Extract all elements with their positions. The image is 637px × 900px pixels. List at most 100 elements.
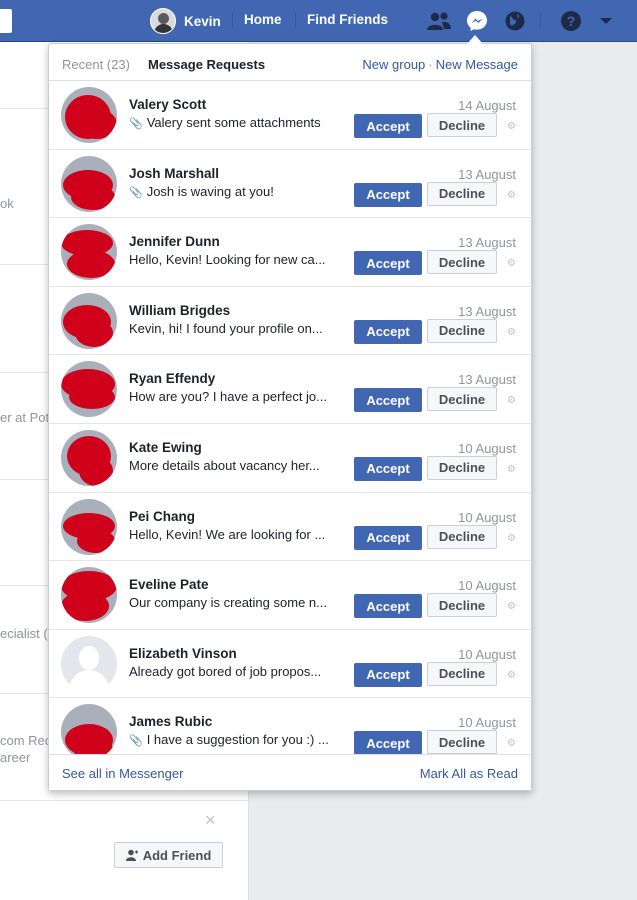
message-snippet-text: Hello, Kevin! Looking for new ca... xyxy=(129,252,326,268)
messenger-icon[interactable] xyxy=(464,8,490,34)
avatar xyxy=(61,155,117,212)
background-text-fragment: ok xyxy=(0,196,14,211)
sender-name[interactable]: Valery Scott xyxy=(129,97,206,112)
help-icon[interactable]: ? xyxy=(558,8,584,34)
gear-icon[interactable]: ⚙ xyxy=(507,121,516,132)
avatar xyxy=(61,498,117,555)
message-request-row[interactable]: Jennifer Dunn Hello, Kevin! Looking for n… xyxy=(49,218,531,287)
message-snippet: Kevin, hi! I found your profile on... xyxy=(129,321,347,336)
decline-button[interactable]: Decline xyxy=(427,524,497,549)
message-request-list: Valery Scott 📎 Valery sent some attachment… xyxy=(49,81,531,767)
accept-button[interactable]: Accept xyxy=(354,594,422,619)
nav-divider xyxy=(295,13,296,29)
message-requests-flyout: Recent (23) Message Requests New group · N… xyxy=(48,43,532,791)
close-icon[interactable]: × xyxy=(205,810,216,831)
divider xyxy=(0,800,249,801)
message-snippet: Hello, Kevin! Looking for new ca... xyxy=(129,252,347,267)
flyout-header: Recent (23) Message Requests New group · N… xyxy=(49,44,531,81)
accept-button[interactable]: Accept xyxy=(354,182,422,207)
accept-button[interactable]: Accept xyxy=(354,456,422,481)
accept-button[interactable]: Accept xyxy=(354,525,422,550)
gear-icon[interactable]: ⚙ xyxy=(507,327,516,338)
flyout-pointer xyxy=(467,35,483,44)
avatar xyxy=(61,567,117,624)
message-date: 13 August xyxy=(458,235,516,251)
attachment-icon: 📎 xyxy=(129,118,143,130)
decline-button[interactable]: Decline xyxy=(427,113,497,137)
accept-button[interactable]: Accept xyxy=(354,319,422,344)
home-link[interactable]: Home xyxy=(244,12,282,27)
notifications-globe-icon[interactable] xyxy=(502,8,528,34)
decline-button[interactable]: Decline xyxy=(427,318,497,343)
message-request-row[interactable]: Ryan Effendy How are you? I have a perfec… xyxy=(49,355,531,424)
decline-button[interactable]: Decline xyxy=(427,250,497,275)
gear-icon[interactable]: ⚙ xyxy=(507,601,516,612)
sender-name[interactable]: Kate Ewing xyxy=(129,440,202,455)
sender-name[interactable]: Jennifer Dunn xyxy=(129,234,220,249)
avatar xyxy=(61,704,117,761)
account-menu-chevron-down-icon[interactable] xyxy=(593,8,619,34)
decline-button[interactable]: Decline xyxy=(427,181,497,206)
mark-all-as-read-link[interactable]: Mark All as Read xyxy=(420,766,518,781)
message-request-row[interactable]: Kate Ewing More details about vacancy her… xyxy=(49,424,531,493)
friend-requests-icon[interactable] xyxy=(426,8,452,34)
flyout-footer: See all in Messenger Mark All as Read xyxy=(49,754,531,790)
tab-recent[interactable]: Recent (23) xyxy=(62,57,130,72)
message-snippet-text: Our company is creating some n... xyxy=(129,595,327,611)
message-snippet-text: I have a suggestion for you :) ... xyxy=(146,732,329,748)
accept-button[interactable]: Accept xyxy=(354,662,422,687)
message-date: 10 August xyxy=(458,578,516,594)
gear-icon[interactable]: ⚙ xyxy=(507,533,516,544)
sender-name[interactable]: Ryan Effendy xyxy=(129,371,215,386)
decline-button[interactable]: Decline xyxy=(427,661,497,686)
profile-link[interactable]: Kevin xyxy=(150,7,221,35)
message-snippet-text: Already got bored of job propos... xyxy=(129,663,322,679)
accept-button[interactable]: Accept xyxy=(354,388,422,413)
decline-button[interactable]: Decline xyxy=(427,455,497,480)
background-text-fragment: com Rec xyxy=(0,733,52,748)
message-request-row[interactable]: Valery Scott 📎 Valery sent some attachment… xyxy=(49,81,531,150)
sender-name[interactable]: Eveline Pate xyxy=(129,577,209,592)
sender-name[interactable]: Pei Chang xyxy=(129,509,195,524)
message-request-row[interactable]: Elizabeth Vinson Already got bored of job… xyxy=(49,630,531,699)
accept-button[interactable]: Accept xyxy=(354,114,422,138)
sender-name[interactable]: William Brigdes xyxy=(129,303,230,318)
gear-icon[interactable]: ⚙ xyxy=(507,190,516,201)
decline-button[interactable]: Decline xyxy=(427,387,497,412)
gear-icon[interactable]: ⚙ xyxy=(507,258,516,269)
message-date: 10 August xyxy=(458,509,516,525)
gear-icon[interactable]: ⚙ xyxy=(507,464,516,475)
message-snippet: 📎 Josh is waving at you! xyxy=(129,184,347,199)
message-request-row[interactable]: Eveline Pate Our company is creating some… xyxy=(49,561,531,630)
message-snippet-text: More details about vacancy her... xyxy=(129,457,320,473)
see-all-in-messenger-link[interactable]: See all in Messenger xyxy=(62,766,183,781)
add-friend-button[interactable]: Add Friend xyxy=(114,842,223,868)
message-snippet-text: Valery sent some attachments xyxy=(146,115,321,130)
new-group-link[interactable]: New group xyxy=(362,57,425,72)
search-input[interactable] xyxy=(0,9,12,33)
message-request-row[interactable]: Pei Chang Hello, Kevin! We are looking fo… xyxy=(49,493,531,562)
header-actions: New group · New Message xyxy=(362,57,518,72)
decline-button[interactable]: Decline xyxy=(427,730,497,755)
avatar xyxy=(61,361,117,418)
accept-button[interactable]: Accept xyxy=(354,251,422,276)
gear-icon[interactable]: ⚙ xyxy=(507,670,516,681)
message-request-row[interactable]: William Brigdes Kevin, hi! I found your p… xyxy=(49,287,531,356)
message-snippet-text: Hello, Kevin! We are looking for ... xyxy=(129,526,326,542)
add-friend-label: Add Friend xyxy=(142,847,212,863)
gear-icon[interactable]: ⚙ xyxy=(507,738,516,749)
find-friends-link[interactable]: Find Friends xyxy=(307,12,388,27)
sender-name[interactable]: James Rubic xyxy=(129,714,212,729)
sender-name[interactable]: Elizabeth Vinson xyxy=(129,646,237,661)
sender-name[interactable]: Josh Marshall xyxy=(129,166,219,181)
attachment-icon: 📎 xyxy=(129,735,143,748)
accept-button[interactable]: Accept xyxy=(354,731,422,756)
message-date: 13 August xyxy=(458,303,516,319)
decline-button[interactable]: Decline xyxy=(427,593,497,618)
attachment-icon: 📎 xyxy=(129,186,143,199)
message-snippet: 📎 Valery sent some attachments xyxy=(129,115,347,130)
gear-icon[interactable]: ⚙ xyxy=(507,395,516,406)
message-request-row[interactable]: Josh Marshall 📎 Josh is waving at you! 13 A… xyxy=(49,150,531,219)
new-message-link[interactable]: New Message xyxy=(436,57,518,72)
tab-message-requests[interactable]: Message Requests xyxy=(148,57,265,72)
